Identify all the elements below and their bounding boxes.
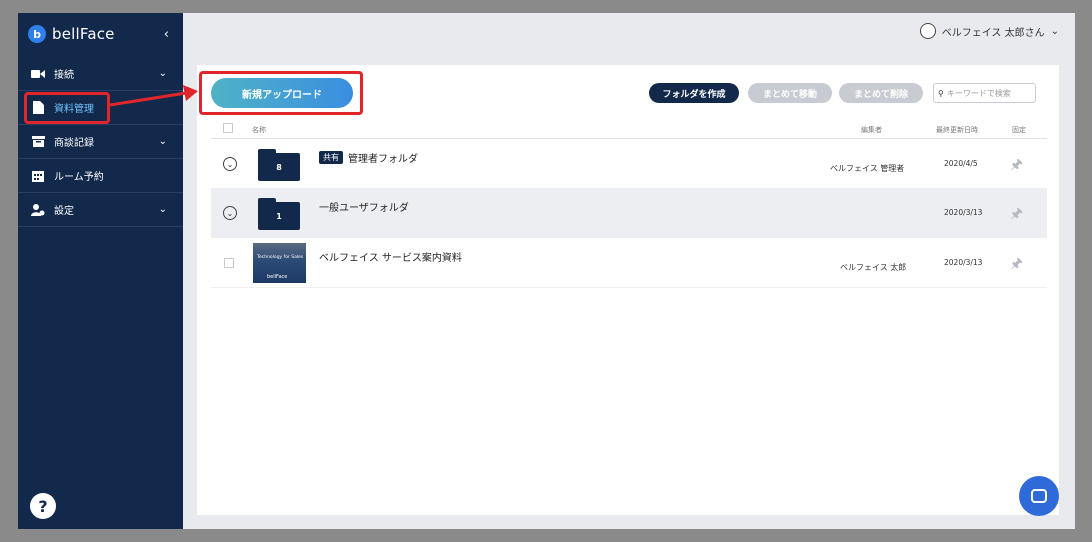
window-frame: b bellFace ‹ 接続 ⌄ 資料管理 商談記録 ⌄ ルーム予約 設定 ⌄… [0,0,1092,542]
app-screen: b bellFace ‹ 接続 ⌄ 資料管理 商談記録 ⌄ ルーム予約 設定 ⌄… [18,13,1075,529]
annotation-arrow [109,85,198,107]
chat-icon[interactable] [1019,476,1059,516]
